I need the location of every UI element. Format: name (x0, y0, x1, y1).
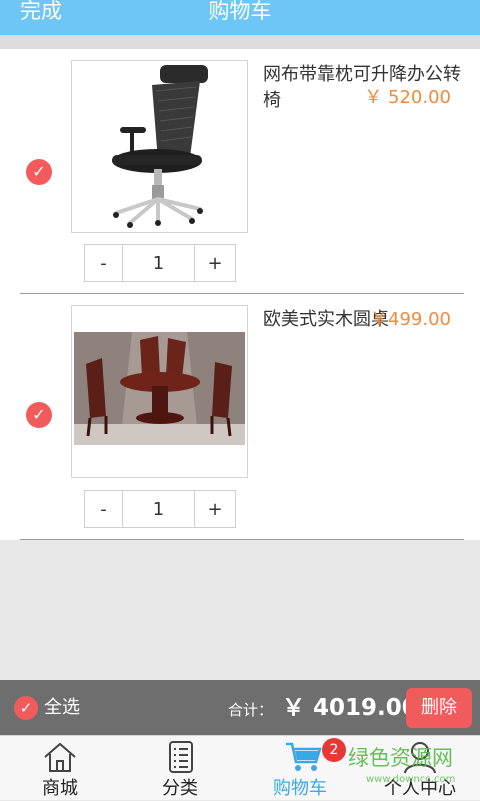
watermark-url: www.downcc.com (366, 774, 456, 785)
increase-button[interactable]: + (195, 245, 235, 281)
item-checkbox-icon[interactable]: ✓ (26, 402, 52, 428)
total-value: ￥ 4019.00 (282, 695, 418, 721)
cart-count-badge: 2 (322, 738, 346, 762)
tab-cart-label: 购物车 (273, 778, 327, 799)
home-icon (44, 742, 76, 772)
tab-home[interactable]: 商城 (0, 736, 120, 801)
dining-table-image[interactable] (71, 305, 248, 478)
total-label: 合计： (228, 701, 274, 719)
app-header: 完成 购物车 (0, 0, 480, 35)
quantity-stepper: - 1 + (84, 490, 236, 528)
select-all-label[interactable]: 全选 (44, 696, 80, 720)
item-checkbox-icon[interactable]: ✓ (26, 159, 52, 185)
cart-item: ✓ 网布带靠枕可升降办公转椅 ￥ 520.00 - 1 + (0, 49, 480, 294)
tab-category[interactable]: 分类 (120, 736, 240, 801)
select-all-checkbox-icon[interactable]: ✓ (14, 696, 38, 720)
quantity-value[interactable]: 1 (123, 245, 195, 281)
tab-category-label: 分类 (162, 778, 198, 799)
checkout-bar: ✓ 全选 合计： ￥ 4019.00 删除 (0, 680, 480, 735)
quantity-value[interactable]: 1 (123, 491, 195, 527)
decrease-button[interactable]: - (85, 491, 123, 527)
quantity-stepper: - 1 + (84, 244, 236, 282)
item-price: ￥499.00 (370, 309, 451, 330)
office-chair-image[interactable] (71, 60, 248, 233)
tab-home-label: 商城 (42, 778, 78, 799)
page-title: 购物车 (208, 0, 272, 23)
cart-icon (286, 742, 322, 771)
delete-button[interactable]: 删除 (406, 688, 472, 728)
header-gap (0, 35, 480, 49)
item-price: ￥ 520.00 (364, 87, 451, 108)
decrease-button[interactable]: - (85, 245, 123, 281)
increase-button[interactable]: + (195, 491, 235, 527)
watermark-text: 绿色资源网 (348, 746, 453, 770)
cart-item: ✓ 欧美式实木圆桌 ￥499.00 - 1 + (0, 294, 480, 540)
list-icon (169, 741, 193, 773)
cart-list: ✓ 网布带靠枕可升降办公转椅 ￥ 520.00 - 1 + ✓ 欧美式实木圆桌 … (0, 49, 480, 540)
item-divider (20, 539, 464, 540)
